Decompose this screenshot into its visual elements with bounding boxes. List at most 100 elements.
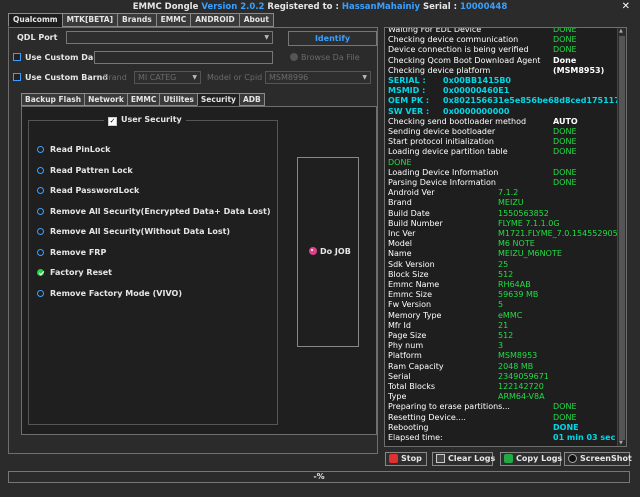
- run-icon: [309, 247, 317, 255]
- chevron-down-icon: ▼: [264, 34, 269, 41]
- option-read-pinlock[interactable]: Read PinLock: [37, 145, 110, 154]
- radio-icon: [37, 228, 44, 235]
- custom-da-checkbox[interactable]: [13, 53, 21, 61]
- tab-network[interactable]: Network: [84, 93, 128, 106]
- tab-about[interactable]: About: [238, 13, 274, 27]
- log-label: Inc Ver: [388, 229, 416, 238]
- title-bar: EMMC Dongle Version 2.0.2 Registered to …: [0, 0, 640, 14]
- custom-brand-checkbox[interactable]: [13, 73, 21, 81]
- brand-select[interactable]: MI CATEG ▼: [134, 71, 201, 84]
- log-label: Brand: [388, 198, 412, 208]
- close-icon[interactable]: ✕: [622, 0, 630, 14]
- tab-utilites[interactable]: Utilites: [159, 93, 198, 106]
- custom-da-label: Use Custom Da: [25, 53, 94, 62]
- log-label: Checking send bootloader method: [388, 116, 527, 126]
- option-remove-frp[interactable]: Remove FRP: [37, 248, 106, 257]
- option-remove-all-without-loss[interactable]: Remove All Security(Without Data Lost): [37, 227, 230, 236]
- option-label: Read PasswordLock: [50, 186, 140, 195]
- chevron-down-icon: ▼: [192, 74, 197, 81]
- clear-icon: [436, 454, 445, 463]
- custom-brand-row: Use Custom Barnd: [13, 73, 108, 82]
- log-value: RH64AB: [498, 280, 531, 289]
- log-label: Build Number: [388, 218, 443, 228]
- check-circle-icon: [37, 269, 44, 276]
- do-job-button[interactable]: Do JOB: [297, 157, 359, 347]
- option-read-pattern-lock[interactable]: Read Pattren Lock: [37, 166, 133, 175]
- log-label: Phy num: [388, 341, 424, 351]
- tab-qualcomm[interactable]: Qualcomm: [8, 13, 63, 27]
- log-value: DONE: [553, 422, 579, 432]
- copy-logs-button[interactable]: Copy Logs: [500, 452, 562, 466]
- log-value: 0x00000460E1: [443, 86, 510, 96]
- log-label: Loading Device Information: [388, 167, 499, 177]
- log-scrollbar[interactable]: ▲ ▼: [617, 28, 626, 446]
- tab-brands[interactable]: Brands: [117, 13, 157, 27]
- browse-da-button[interactable]: Browse Da File: [290, 53, 360, 62]
- browse-da-label: Browse Da File: [301, 53, 360, 62]
- screenshot-button[interactable]: ScreenShot: [564, 452, 632, 466]
- log-label: Resetting Device....: [388, 412, 466, 422]
- custom-da-path-field[interactable]: [94, 51, 273, 64]
- camera-icon: [568, 454, 577, 463]
- clear-logs-label: Clear Logs: [448, 454, 496, 463]
- user-security-checkbox[interactable]: ✓: [108, 117, 117, 126]
- radio-icon: [37, 187, 44, 194]
- model-select[interactable]: MSM8996 ▼: [265, 71, 371, 84]
- log-value: 1550563852: [498, 208, 549, 218]
- radio-icon: [37, 146, 44, 153]
- tab-security[interactable]: Security: [196, 93, 240, 106]
- brand-value: MI CATEG: [138, 73, 177, 82]
- clear-logs-button[interactable]: Clear Logs: [432, 452, 496, 466]
- log-value: MEIZU: [498, 198, 524, 208]
- log-label: Loading device partition table: [388, 147, 508, 157]
- log-label: Fw Version: [388, 300, 432, 310]
- scroll-down-icon[interactable]: ▼: [619, 440, 623, 446]
- log-label: Android Ver: [388, 188, 435, 198]
- tab-android[interactable]: ANDROID: [190, 13, 240, 27]
- radio-icon: [37, 167, 44, 174]
- qualcomm-panel: QDL Port ▼ Identify Use Custom Da Browse…: [8, 27, 378, 454]
- log-value: DONE: [553, 167, 577, 177]
- option-factory-reset[interactable]: Factory Reset: [37, 268, 112, 277]
- function-tabs: Backup Flash Network EMMC Utilites Secur…: [21, 93, 265, 106]
- log-label: Rebooting: [388, 422, 429, 432]
- custom-brand-label: Use Custom Barnd: [25, 73, 109, 82]
- log-label: Sending device bootloader: [388, 127, 496, 136]
- log-value: M6 NOTE: [498, 239, 535, 249]
- log-label: Checking Qcom Boot Download Agent: [388, 55, 541, 65]
- log-value: 01 min 03 sec: [553, 433, 616, 442]
- tab-emmc[interactable]: EMMC: [155, 13, 192, 27]
- option-remove-factory-mode[interactable]: Remove Factory Mode (VIVO): [37, 289, 182, 298]
- log-panel[interactable]: Waiting For EDL Device DONE Checking devic…: [384, 27, 627, 447]
- security-panel: ✓ User Security Read PinLock Read Pattren…: [21, 106, 377, 435]
- model-value: MSM8996: [269, 73, 309, 82]
- stop-icon: [389, 454, 398, 463]
- log-value: DONE: [553, 127, 577, 136]
- log-label: Sdk Version: [388, 259, 435, 269]
- progress-bar: -%: [8, 471, 630, 483]
- log-value: FLYME 7.1.1.0G: [498, 218, 560, 228]
- option-read-passwordlock[interactable]: Read PasswordLock: [37, 186, 139, 195]
- log-label: Platform: [388, 351, 422, 361]
- user-security-header[interactable]: ✓ User Security: [104, 115, 186, 126]
- log-label: Ram Capacity: [388, 361, 444, 371]
- serial-label: Serial :: [422, 2, 457, 12]
- log-label: Checking device communication: [388, 35, 519, 45]
- tab-adb[interactable]: ADB: [238, 93, 265, 106]
- identify-button[interactable]: Identify: [288, 31, 377, 46]
- scroll-thumb[interactable]: [619, 36, 625, 440]
- log-value: 7.1.2: [498, 188, 519, 198]
- tab-mtk[interactable]: MTK[BETA]: [61, 13, 119, 27]
- log-value: MSM8953: [498, 351, 538, 361]
- log-label: Device connection is being verified: [388, 45, 529, 55]
- log-label: Start protocol initialization: [388, 137, 494, 147]
- stop-button[interactable]: Stop: [385, 452, 427, 466]
- log-label: Page Size: [388, 331, 427, 340]
- qdl-port-select[interactable]: ▼: [66, 31, 273, 44]
- option-label: Remove All Security(Encrypted Data+ Data…: [50, 207, 271, 216]
- tab-emmc-inner[interactable]: EMMC: [126, 93, 161, 106]
- option-remove-all-encrypted[interactable]: Remove All Security(Encrypted Data+ Data…: [37, 207, 271, 216]
- scroll-up-icon[interactable]: ▲: [619, 28, 623, 34]
- main-tabs: Qualcomm MTK[BETA] Brands EMMC ANDROID A…: [8, 13, 274, 27]
- tab-backup-flash[interactable]: Backup Flash: [21, 93, 86, 106]
